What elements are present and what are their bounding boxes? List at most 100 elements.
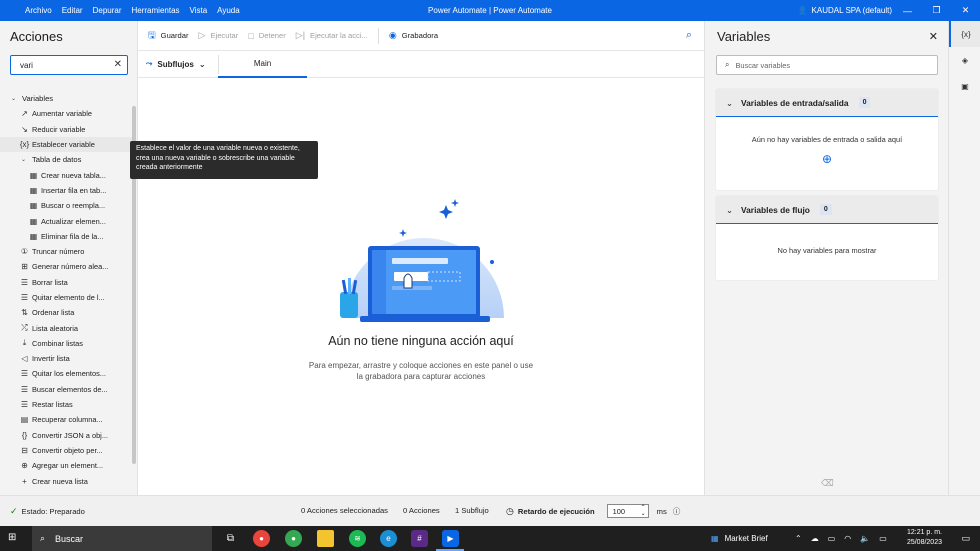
minimize-icon[interactable]: — xyxy=(893,0,922,21)
market-widget[interactable]: ▦ Market Brief xyxy=(711,526,768,551)
run-button[interactable]: ▷ Ejecutar xyxy=(199,30,239,41)
chevron-down-icon: ⌄ xyxy=(21,157,27,164)
menu-item-archivo[interactable]: Archivo xyxy=(20,6,57,15)
account-name: KAUDAL SPA (default) xyxy=(811,6,892,15)
info-icon[interactable]: ⓘ xyxy=(673,506,681,517)
close-window-icon[interactable]: ✕ xyxy=(951,0,980,21)
delay-input[interactable]: 100 ⌃ ⌄ xyxy=(606,504,649,518)
clock[interactable]: 12:21 p. m. 25/08/2023 xyxy=(907,528,942,548)
flow-variables-title: Variables de flujo xyxy=(741,204,810,215)
menu-item-editar[interactable]: Editar xyxy=(57,6,88,15)
chevron-down-icon: ⌄ xyxy=(198,59,206,69)
status-state: ✓ Estado: Preparado xyxy=(10,506,85,517)
menu-item-vista[interactable]: Vista xyxy=(185,6,213,15)
search-icon: ⌕ xyxy=(40,533,46,543)
menu-item-herramientas[interactable]: Herramientas xyxy=(127,6,185,15)
save-button[interactable]: 🖫 Guardar xyxy=(148,28,189,44)
restore-icon[interactable]: ❐ xyxy=(922,0,951,21)
action-item[interactable]: ⊕ Agregar un element... xyxy=(0,458,132,473)
action-item[interactable]: ☰ Quitar elemento de l... xyxy=(0,290,132,305)
subflow-tabs: ⤳ Subflujos ⌄ Main xyxy=(138,51,704,78)
battery-icon[interactable]: ▭ xyxy=(879,534,887,543)
action-item[interactable]: ⇅ Ordenar lista xyxy=(0,305,132,320)
table-icon: ▦ xyxy=(29,170,38,180)
cloud-icon[interactable]: ☁ xyxy=(811,534,819,543)
action-item[interactable]: + Crear nueva lista xyxy=(0,473,132,488)
action-item[interactable]: ⊟ Convertir objeto per... xyxy=(0,443,132,458)
sort-icon: ⇅ xyxy=(21,308,28,318)
taskbar-search[interactable]: ⌕ Buscar xyxy=(32,526,212,551)
action-item[interactable]: ▦ Eliminar fila de la... xyxy=(0,229,132,244)
action-item[interactable]: ① Truncar número xyxy=(0,244,132,259)
slack-icon[interactable]: # xyxy=(411,530,428,547)
menu-item-ayuda[interactable]: Ayuda xyxy=(212,6,245,15)
images-icon[interactable]: ▣ xyxy=(949,73,980,99)
subflows-dropdown[interactable]: ⤳ Subflujos ⌄ xyxy=(146,59,206,69)
action-item[interactable]: ☰ Restar listas xyxy=(0,397,132,412)
menu-item-depurar[interactable]: Depurar xyxy=(88,6,127,15)
recorder-button[interactable]: ◉ Grabadora xyxy=(389,30,438,41)
step-button[interactable]: ▷| Ejecutar la acci... xyxy=(296,30,368,41)
account-button[interactable]: 👤 KAUDAL SPA (default) xyxy=(798,6,892,15)
actions-search-value: vari xyxy=(20,60,33,70)
tree-label: Aumentar variable xyxy=(32,109,92,119)
wifi-icon[interactable]: ◠ xyxy=(844,534,851,543)
edge-icon[interactable]: e xyxy=(380,530,397,547)
action-item[interactable]: ⤓ Combinar listas xyxy=(0,336,132,351)
action-item[interactable]: ▦ Crear nueva tabla... xyxy=(0,167,132,182)
action-item[interactable]: ▦ Buscar o reempla... xyxy=(0,198,132,213)
chevron-up-icon[interactable]: ⌃ xyxy=(795,534,802,543)
file-explorer-icon[interactable] xyxy=(317,530,334,547)
actions-title: Acciones xyxy=(10,29,63,44)
task-view-icon[interactable]: ⧉ xyxy=(222,530,239,547)
io-variables-header[interactable]: ⌄ Variables de entrada/salida 0 xyxy=(716,89,938,117)
variables-rail-icon[interactable]: {x} xyxy=(949,21,980,47)
eraser-icon[interactable]: ⌫ xyxy=(821,478,834,489)
stop-button[interactable]: □ Detener xyxy=(248,31,285,41)
close-icon[interactable]: ✕ xyxy=(929,30,938,43)
run-label: Ejecutar xyxy=(210,31,239,40)
recorder-label: Grabadora xyxy=(401,31,439,40)
tree-label: Quitar elemento de l... xyxy=(32,293,105,302)
column-icon: ▤ xyxy=(20,415,29,425)
random-icon: ⊞ xyxy=(21,262,28,272)
flow-variables-header[interactable]: ⌄ Variables de flujo 0 xyxy=(716,196,938,224)
spotify-icon[interactable]: ≋ xyxy=(349,530,366,547)
add-io-variable-icon[interactable]: ⊕ xyxy=(716,152,938,166)
action-item[interactable]: ↘ Reducir variable xyxy=(0,122,132,137)
action-item[interactable]: ⤮ Lista aleatoria xyxy=(0,320,132,335)
delay-unit: ms xyxy=(656,506,667,516)
layers-icon[interactable]: ◈ xyxy=(949,47,980,73)
action-item[interactable]: {x} Establecer variable xyxy=(0,136,132,153)
clear-search-icon[interactable]: ✕ xyxy=(114,59,122,70)
tree-group[interactable]: ⌄ Tabla de datos xyxy=(0,152,132,167)
tree-label: Insertar fila en tab... xyxy=(41,185,107,195)
tree-group[interactable]: ⌄ Variables xyxy=(0,91,132,106)
title-bar: Archivo Editar Depurar Herramientas Vista Ayu… xyxy=(0,0,980,21)
reverse-icon: ◁ xyxy=(21,354,28,364)
status-bar: ✓ Estado: Preparado 0 Acciones seleccion… xyxy=(0,495,980,526)
designer-toolbar: 🖫 Guardar ▷ Ejecutar □ Detener ▷| Ejecut… xyxy=(138,21,704,51)
action-item[interactable]: ▦ Actualizar elemen... xyxy=(0,213,132,228)
variables-search-input[interactable]: ⌕ Buscar variables xyxy=(716,55,938,75)
power-automate-icon[interactable]: ▶ xyxy=(442,530,459,547)
volume-icon[interactable]: 🔈 xyxy=(860,534,870,543)
action-item[interactable]: {} Convertir JSON a obj... xyxy=(0,428,132,443)
tab-main[interactable]: Main xyxy=(218,51,307,78)
action-item[interactable]: ☰ Buscar elementos de... xyxy=(0,382,132,397)
action-item[interactable]: ☰ Borrar lista xyxy=(0,275,132,290)
windows-start-icon[interactable]: ⊞ xyxy=(8,532,16,543)
action-item[interactable]: ▦ Insertar fila en tab... xyxy=(0,183,132,198)
chrome-icon[interactable]: ● xyxy=(253,530,270,547)
action-item[interactable]: ↗ Aumentar variable xyxy=(0,106,132,121)
action-item[interactable]: ⊞ Generar número alea... xyxy=(0,259,132,274)
search-icon[interactable]: ⌕ xyxy=(686,29,692,42)
actions-search-input[interactable]: vari ✕ xyxy=(10,55,128,75)
action-item[interactable]: ☰ Quitar los elementos... xyxy=(0,366,132,381)
notifications-icon[interactable]: ▭ xyxy=(961,533,970,544)
meet-icon[interactable]: ▭ xyxy=(828,534,836,543)
action-item[interactable]: ▤ Recuperar columna... xyxy=(0,412,132,427)
chrome-profile-icon[interactable]: ● xyxy=(285,530,302,547)
action-item[interactable]: ◁ Invertir lista xyxy=(0,351,132,366)
stepper-icon[interactable]: ⌃ ⌄ xyxy=(641,505,646,517)
